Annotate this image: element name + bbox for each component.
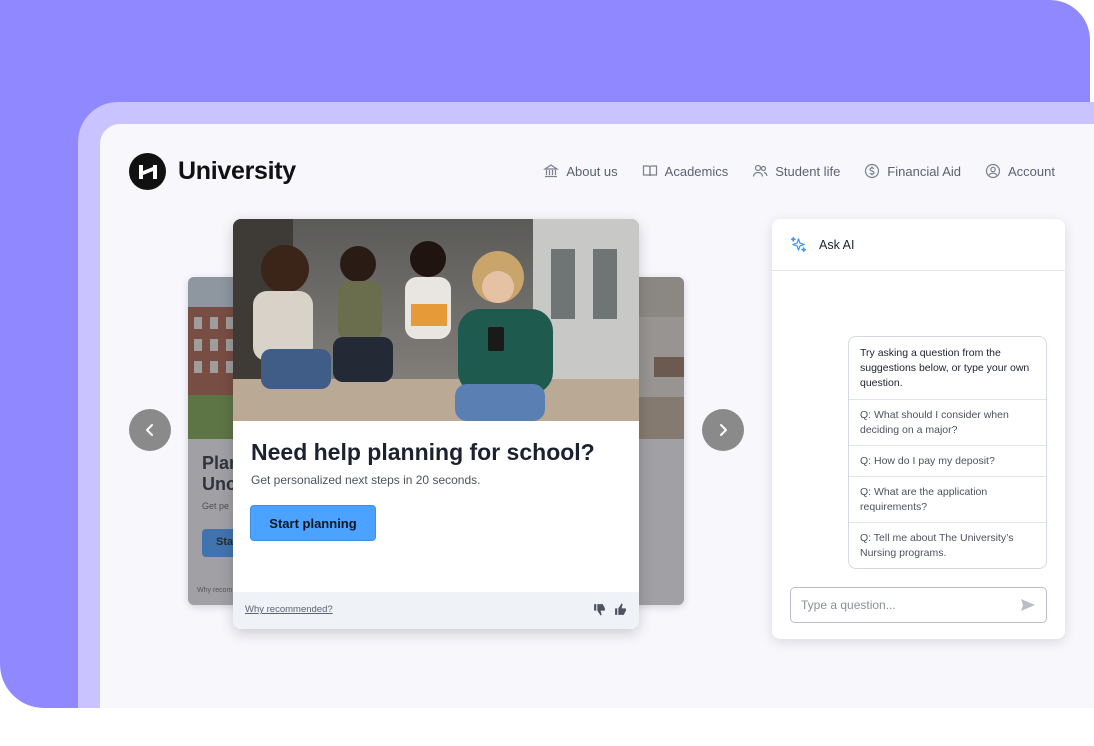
card-title: Need help planning for school? xyxy=(251,439,595,465)
nav-label: About us xyxy=(566,163,618,179)
suggestions-bubble: Try asking a question from the suggestio… xyxy=(848,336,1047,569)
card-subtitle: Get personalized next steps in 20 second… xyxy=(251,473,481,487)
nav-about-us[interactable]: About us xyxy=(543,163,618,179)
user-icon xyxy=(985,163,1001,179)
sparkle-icon xyxy=(790,236,807,253)
nav-label: Financial Aid xyxy=(887,163,962,179)
nav-label: Account xyxy=(1008,163,1055,179)
feedback-thumbs xyxy=(593,603,627,616)
question-input[interactable] xyxy=(801,598,1020,612)
suggestion-item[interactable]: Q: Tell me about The University’s Nursin… xyxy=(849,523,1046,568)
card-footer: Why recommended? xyxy=(233,592,639,629)
thumbs-down-icon[interactable] xyxy=(593,603,606,616)
suggestions-intro: Try asking a question from the suggestio… xyxy=(849,337,1046,400)
main-nav: About us Academics Student life Financia… xyxy=(543,163,1055,179)
bank-icon xyxy=(543,164,560,178)
ai-panel-title: Ask AI xyxy=(819,237,855,252)
nav-student-life[interactable]: Student life xyxy=(752,163,840,179)
nav-label: Academics xyxy=(664,163,729,179)
brand-name: University xyxy=(178,157,296,185)
book-icon xyxy=(642,165,657,177)
ai-panel-header: Ask AI xyxy=(772,219,1065,271)
thumbs-up-icon[interactable] xyxy=(614,603,627,616)
chevron-right-icon xyxy=(720,424,727,436)
nav-academics[interactable]: Academics xyxy=(642,163,729,179)
start-planning-button[interactable]: Start planning xyxy=(250,505,376,541)
question-input-wrapper xyxy=(790,587,1047,623)
browser-screen: University About us Academics Student li… xyxy=(100,124,1094,708)
nav-financial-aid[interactable]: Financial Aid xyxy=(864,163,961,179)
logo-mark-icon xyxy=(129,153,166,190)
why-recommended-link[interactable]: Why recommended? xyxy=(245,604,333,615)
carousel-prev-button[interactable] xyxy=(129,409,171,451)
brand-logo[interactable]: University xyxy=(129,153,296,190)
chevron-left-icon xyxy=(146,424,153,436)
ask-ai-panel: Ask AI Try asking a question from the su… xyxy=(772,219,1065,639)
carousel-card-active: Need help planning for school? Get perso… xyxy=(233,219,639,629)
students-photo xyxy=(233,219,639,421)
suggestion-item[interactable]: Q: What should I consider when deciding … xyxy=(849,400,1046,446)
users-icon xyxy=(753,164,768,177)
carousel-next-button[interactable] xyxy=(702,409,744,451)
suggestion-item[interactable]: Q: What are the application requirements… xyxy=(849,477,1046,523)
suggestion-item[interactable]: Q: How do I pay my deposit? xyxy=(849,446,1046,477)
nav-label: Student life xyxy=(775,163,841,179)
nav-account[interactable]: Account xyxy=(985,163,1055,179)
send-icon[interactable] xyxy=(1020,598,1036,612)
dollar-icon xyxy=(865,163,880,179)
